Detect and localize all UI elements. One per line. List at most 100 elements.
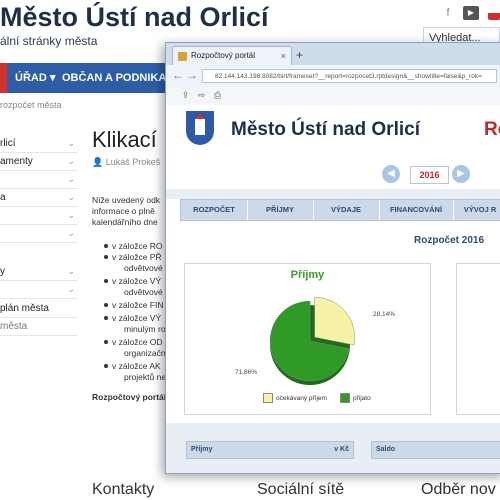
article-bullet: v záložce VÝ — [112, 276, 162, 286]
tab-bar: Rozpočtový portál × + — [166, 43, 500, 65]
year-value[interactable]: 2016 — [410, 166, 449, 184]
sidebar-item[interactable]: amenty ⌄ — [0, 153, 78, 171]
article-line: informace o plně — [92, 206, 155, 216]
portal-title: Město Ústí nad Orlicí — [231, 119, 420, 140]
prev-year-button[interactable]: ◀ — [382, 165, 400, 183]
sidebar-item-label: plán města — [0, 303, 49, 314]
article-bullet: v záložce PŘ — [112, 252, 162, 262]
facebook-icon[interactable]: f — [440, 6, 456, 20]
legend-label-expected: očekávaný příjem — [276, 395, 327, 402]
city-crest-icon — [186, 111, 214, 145]
spacer — [166, 189, 500, 199]
forward-arrow-icon[interactable]: → — [186, 68, 198, 82]
sidebar-item-label: amenty — [0, 156, 33, 167]
slice-label-received: 71,86% — [235, 369, 258, 376]
report-toolbar: ⇪ ⇨ ⎙ — [166, 87, 500, 106]
chart-title: Příjmy — [290, 269, 325, 281]
balance-label: Saldo — [376, 446, 396, 453]
chevron-down-icon: ⌄ — [67, 210, 75, 220]
article-bullet: minulým rok — [124, 324, 170, 334]
chevron-down-icon: ⌄ — [67, 228, 75, 238]
income-unit: v Kč — [334, 446, 349, 453]
browser-window: Rozpočtový portál × + ← → 82.144.143.198… — [165, 42, 500, 474]
income-bar[interactable]: Příjmy v Kč — [186, 441, 354, 459]
tab-financovani[interactable]: FINANCOVÁNÍ — [379, 200, 454, 220]
article-author: 👤 Lukáš Prokeš — [92, 157, 161, 167]
sidebar-item[interactable]: a ⌄ — [0, 189, 78, 207]
chevron-down-icon: ⌄ — [67, 284, 75, 294]
pie-slice-0 — [314, 296, 355, 346]
article-bullet: v záložce FIN — [112, 300, 164, 310]
chart-card-secondary — [456, 263, 500, 415]
legend-label-received: přijato — [353, 395, 371, 402]
sidebar-item[interactable]: ⌄ — [0, 171, 78, 189]
tab-vyvoj[interactable]: VÝVOJ R — [453, 200, 500, 220]
article-bullet: v záložce RO — [112, 241, 163, 251]
portal-tabs: ROZPOČET PŘÍJMY VÝDAJE FINANCOVÁNÍ VÝVOJ… — [180, 199, 500, 221]
income-label: Příjmy — [191, 446, 213, 453]
legend-swatch-expected — [263, 393, 273, 403]
sidebar-item[interactable]: rlicí ⌄ — [0, 135, 78, 153]
chevron-down-icon: ⌄ — [67, 138, 75, 148]
url-text: 82.144.143.198:8082/birt/frameset?__repo… — [215, 73, 482, 80]
youtube-icon[interactable]: ▶ — [463, 6, 479, 20]
chevron-down-icon: ⌄ — [67, 192, 75, 202]
article-line: Níže uvedený odk — [92, 195, 161, 205]
czech-flag-icon[interactable] — [488, 6, 500, 20]
portal-header: Město Ústí nad Orlicí Ro — [166, 105, 500, 163]
article-title: Klikací — [92, 127, 157, 152]
tab-prijmy[interactable]: PŘÍJMY — [247, 200, 314, 220]
print-icon[interactable]: ⎙ — [212, 90, 223, 101]
sidebar-item[interactable]: y ⌄ — [0, 263, 78, 281]
nav-accent — [0, 63, 7, 93]
back-arrow-icon[interactable]: ← — [172, 68, 184, 82]
article-footer-text: Rozpočtový portál — [92, 392, 167, 402]
sidebar-item[interactable]: města — [0, 318, 78, 336]
tab-vydaje[interactable]: VÝDAJE — [313, 200, 380, 220]
sidebar-item[interactable]: plán města — [0, 300, 78, 318]
sidebar-item-label: a — [0, 192, 6, 203]
section-title: Rozpočet 2016 — [414, 235, 485, 246]
legend-swatch-received — [340, 393, 350, 403]
footer-newsletter[interactable]: Odběr nov — [421, 481, 496, 499]
year-selector: ◀ 2016 ▶ — [166, 161, 500, 189]
bullet-dot — [104, 244, 108, 248]
footer-social[interactable]: Sociální sítě — [257, 481, 344, 499]
close-icon[interactable]: × — [281, 47, 286, 65]
bullet-dot — [104, 303, 108, 307]
bullet-dot — [104, 279, 108, 283]
portal-title-tail: Ro — [484, 119, 500, 140]
site-title: Město Ústí nad Orlicí — [0, 2, 269, 32]
chevron-down-icon: ⌄ — [67, 266, 75, 276]
new-tab-button[interactable]: + — [296, 48, 303, 62]
address-bar-row: ← → 82.144.143.198:8082/birt/frameset?__… — [166, 65, 500, 88]
article-bullet: v záložce AK — [112, 361, 161, 371]
chevron-down-icon: ⌄ — [67, 156, 75, 166]
balance-bar[interactable]: Saldo — [371, 441, 500, 459]
site-subtitle: ální stránky města — [0, 34, 98, 48]
slice-label-expected: 28,14% — [373, 311, 396, 318]
browser-tab[interactable]: Rozpočtový portál × — [172, 46, 292, 65]
article-line: kalendářního dne — [92, 217, 158, 227]
nav-item-urad[interactable]: ÚŘAD ▾ — [15, 63, 55, 93]
bullet-dot — [104, 316, 108, 320]
export-icon[interactable]: ⇪ — [180, 90, 191, 101]
url-input[interactable]: 82.144.143.198:8082/birt/frameset?__repo… — [202, 69, 497, 83]
sidebar-item-label: rlicí — [0, 138, 16, 149]
footer-contacts[interactable]: Kontakty — [92, 481, 154, 499]
sidebar-item-label: města — [0, 321, 28, 332]
article-bullet: v záložce VÝ — [112, 313, 162, 323]
chevron-down-icon: ⌄ — [67, 174, 75, 184]
sidebar-item[interactable]: ⌄ — [0, 207, 78, 225]
author-name: Lukáš Prokeš — [105, 157, 161, 167]
tab-title: Rozpočtový portál — [191, 51, 256, 60]
sidebar-item-label: y — [0, 266, 5, 277]
pie-chart[interactable] — [265, 286, 375, 386]
chart-card: Příjmy 28,14% 71,86% očekávaný příjem př… — [184, 263, 431, 415]
sidebar-item[interactable]: ⌄ — [0, 281, 78, 299]
sidebar-item[interactable]: ⌄ — [0, 225, 78, 243]
navigate-icon[interactable]: ⇨ — [196, 90, 207, 101]
tab-rozpocet[interactable]: ROZPOČET — [181, 200, 248, 220]
next-year-button[interactable]: ▶ — [452, 165, 470, 183]
breadcrumb[interactable]: rozpočet města — [0, 100, 62, 110]
